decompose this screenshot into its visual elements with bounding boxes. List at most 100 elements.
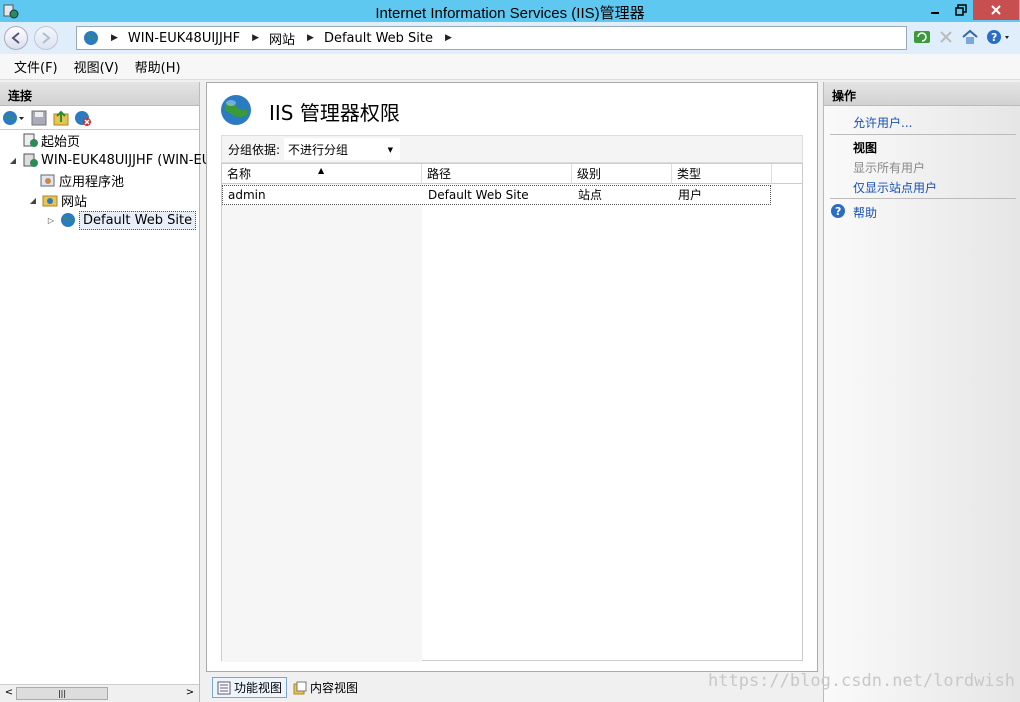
- server-icon: [23, 153, 38, 167]
- column-header-path[interactable]: 路径: [422, 164, 572, 184]
- tree-label: 应用程序池: [59, 174, 125, 190]
- disconnect-icon[interactable]: [74, 109, 92, 127]
- forward-button[interactable]: [34, 26, 58, 50]
- column-header-name[interactable]: 名称 ▲: [222, 164, 422, 184]
- table-header: 名称 ▲ 路径 级别 类型: [222, 164, 802, 184]
- group-by-bar: 分组依据: 不进行分组 ▼: [221, 135, 803, 163]
- address-toolbar: ▶ WIN-EUK48UIJJHF ▶ 网站 ▶ Default Web Sit…: [0, 22, 1020, 54]
- start-page-icon: [23, 133, 38, 147]
- cell-level: 站点: [578, 188, 603, 202]
- divider: [830, 198, 1016, 199]
- tree-node-sites[interactable]: ◢ 网站: [28, 190, 87, 210]
- save-icon[interactable]: [30, 109, 48, 127]
- menu-view[interactable]: 视图(V): [66, 57, 127, 76]
- back-button[interactable]: [4, 26, 28, 50]
- arrow-right-icon: [42, 32, 51, 44]
- connections-toolbar: [0, 106, 199, 130]
- app-pool-icon: [40, 174, 55, 187]
- help-icon: ?: [987, 30, 1009, 44]
- actions-header: 操作: [824, 82, 1020, 106]
- home-icon: [962, 29, 978, 44]
- menu-file[interactable]: 文件(F): [6, 57, 66, 76]
- group-by-value: 不进行分组: [288, 142, 349, 157]
- column-header-type[interactable]: 类型: [672, 164, 772, 184]
- breadcrumb-separator[interactable]: ▶: [252, 33, 259, 43]
- restore-icon: [955, 4, 967, 16]
- globe-icon: [84, 31, 98, 45]
- collapse-triangle-icon[interactable]: ◢: [28, 196, 38, 205]
- expand-triangle-icon[interactable]: ▷: [46, 216, 56, 225]
- tree-node-default-web-site[interactable]: ▷ Default Web Site: [46, 210, 197, 230]
- table-row[interactable]: admin Default Web Site 站点 用户: [222, 185, 771, 205]
- permissions-table: 名称 ▲ 路径 级别 类型 admin Default Web Site 站点 …: [221, 163, 803, 662]
- tree-label: Default Web Site: [79, 210, 197, 230]
- sort-ascending-icon: ▲: [318, 166, 325, 175]
- refresh-icon: [914, 31, 930, 43]
- close-button[interactable]: [973, 0, 1019, 20]
- stop-button[interactable]: [936, 26, 956, 48]
- cell-type: 用户: [678, 188, 703, 202]
- dropdown-arrow-icon: ▼: [387, 146, 394, 154]
- stop-icon: [940, 31, 952, 43]
- home-button[interactable]: [960, 26, 980, 48]
- allow-user-link[interactable]: 允许用户...: [853, 114, 912, 131]
- address-tools: ?: [912, 26, 1014, 48]
- breadcrumb-separator[interactable]: ▶: [307, 33, 314, 43]
- page-title: IIS 管理器权限: [269, 101, 400, 125]
- breadcrumb-separator: ▶: [111, 33, 118, 43]
- minimize-button[interactable]: [922, 0, 948, 20]
- sites-folder-icon: [42, 195, 58, 207]
- breadcrumb-default-site[interactable]: Default Web Site: [324, 31, 433, 46]
- scrollbar-thumb[interactable]: |||: [16, 687, 108, 700]
- close-icon: [991, 5, 1001, 15]
- scroll-left-icon[interactable]: <: [2, 687, 16, 701]
- arrow-left-icon: [11, 32, 20, 44]
- scroll-right-icon[interactable]: >: [183, 687, 197, 701]
- column-header-level[interactable]: 级别: [572, 164, 672, 184]
- help-link[interactable]: 帮助: [853, 204, 877, 221]
- tree-label: 起始页: [41, 134, 81, 150]
- show-all-users-link[interactable]: 显示所有用户: [853, 159, 925, 176]
- title-bar: Internet Information Services (IIS)管理器: [0, 0, 1020, 22]
- actions-panel: 操作 允许用户... 视图 显示所有用户 仅显示站点用户 ? 帮助: [823, 82, 1020, 702]
- minimize-icon: [931, 12, 939, 14]
- refresh-button[interactable]: [912, 26, 932, 48]
- group-by-label: 分组依据:: [228, 142, 281, 157]
- window-title: Internet Information Services (IIS)管理器: [375, 5, 645, 22]
- address-bar[interactable]: ▶ WIN-EUK48UIJJHF ▶ 网站 ▶ Default Web Sit…: [76, 26, 907, 50]
- divider: [830, 134, 1016, 135]
- menu-help[interactable]: 帮助(H): [127, 57, 189, 76]
- tab-features-view[interactable]: 功能视图: [212, 677, 288, 698]
- breadcrumb-server[interactable]: WIN-EUK48UIJJHF: [128, 31, 240, 46]
- view-tabs: 功能视图 内容视图: [212, 677, 362, 699]
- view-section-heading: 视图: [853, 141, 878, 155]
- horizontal-scrollbar[interactable]: < ||| >: [0, 684, 199, 702]
- tab-content-view[interactable]: 内容视图: [289, 677, 362, 698]
- cell-name: admin: [228, 188, 266, 202]
- help-icon: ?: [831, 204, 845, 218]
- breadcrumb-sites[interactable]: 网站: [269, 29, 295, 48]
- globe-icon: [61, 213, 75, 227]
- connections-panel: 连接 起始页 ◢ WIN-EUK48UIJJHF (WIN-EUK48UIJJH…: [0, 82, 373, 702]
- show-site-users-link[interactable]: 仅显示站点用户: [853, 179, 937, 196]
- globe-icon: [221, 95, 251, 125]
- cell-path: Default Web Site: [428, 188, 529, 202]
- connections-header: 连接: [0, 82, 199, 106]
- svg-text:?: ?: [835, 205, 841, 218]
- maximize-button[interactable]: [948, 0, 974, 20]
- connect-globe-icon[interactable]: [2, 109, 26, 127]
- content-view-icon: [293, 681, 307, 694]
- feature-panel: IIS 管理器权限 分组依据: 不进行分组 ▼ 名称 ▲ 路径 级别 类型 ad…: [206, 82, 818, 672]
- collapse-triangle-icon[interactable]: ◢: [8, 156, 18, 165]
- features-view-icon: [217, 681, 231, 694]
- tree-label: 网站: [61, 194, 88, 210]
- tree-node-app-pools[interactable]: 应用程序池: [40, 170, 124, 190]
- watermark: https://blog.csdn.net/lordwish: [708, 671, 1016, 691]
- group-by-select[interactable]: 不进行分组 ▼: [284, 138, 401, 160]
- svg-text:?: ?: [991, 31, 997, 44]
- help-dropdown-button[interactable]: ?: [984, 26, 1014, 48]
- breadcrumb-separator[interactable]: ▶: [445, 33, 452, 43]
- up-folder-icon[interactable]: [52, 109, 70, 127]
- tree-node-start-page[interactable]: 起始页: [22, 130, 80, 150]
- menu-bar: 文件(F) 视图(V) 帮助(H): [0, 54, 1020, 80]
